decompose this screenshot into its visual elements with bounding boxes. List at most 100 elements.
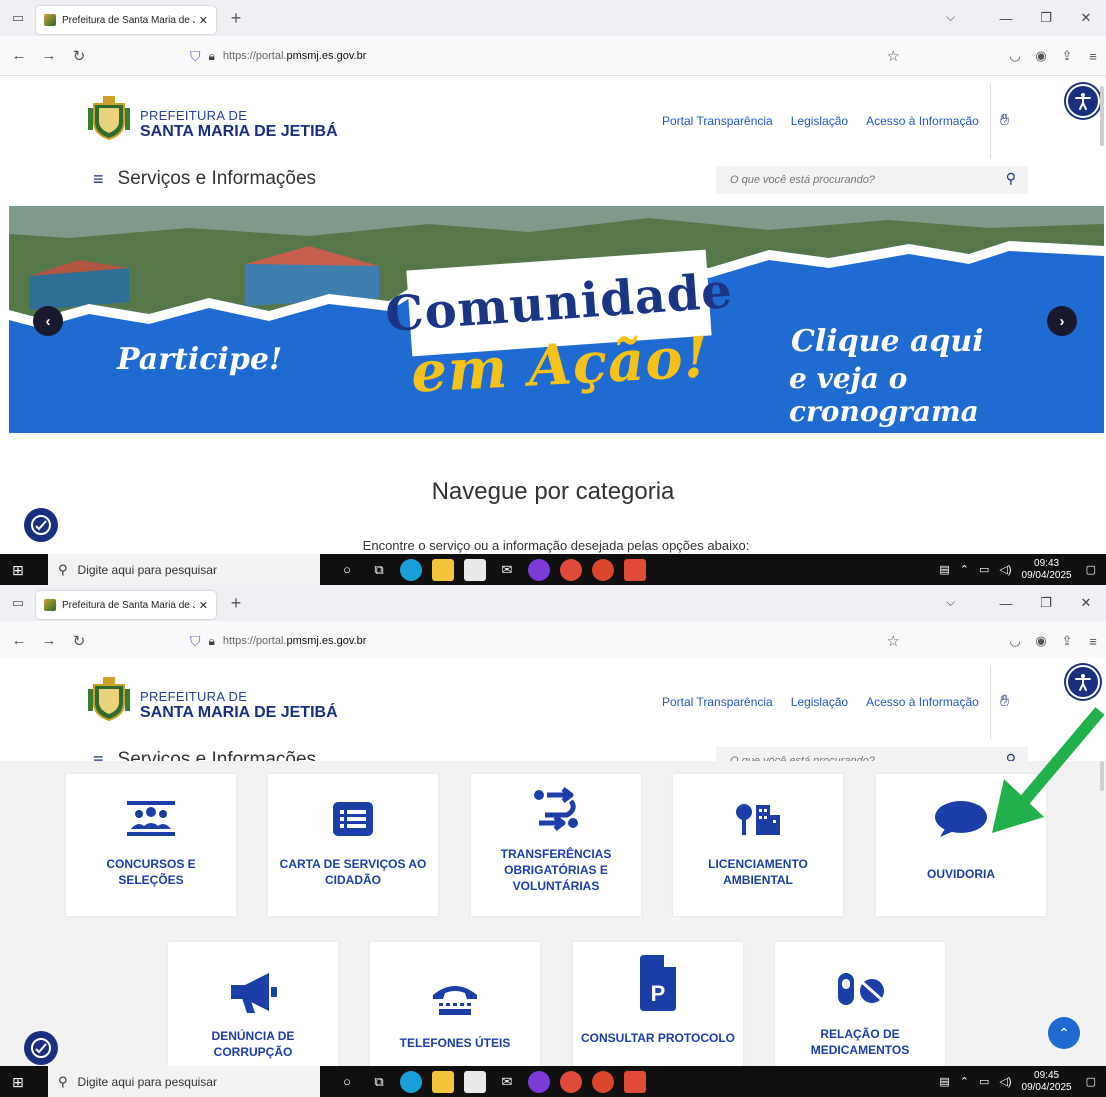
- close-tab-icon[interactable]: ✕: [199, 14, 208, 27]
- menu-icon[interactable]: ≡: [1080, 634, 1106, 649]
- page-scrollbar[interactable]: [1100, 86, 1104, 146]
- hamburger-icon[interactable]: ≡: [93, 169, 104, 190]
- pocket-icon[interactable]: ◡: [1002, 48, 1028, 64]
- close-tab-icon[interactable]: ✕: [199, 599, 208, 612]
- card-concursos[interactable]: CONCURSOS E SELEÇÕES: [66, 774, 236, 916]
- card-denuncia[interactable]: DENÚNCIA DE CORRUPÇÃO: [168, 942, 338, 1070]
- taskbar-clock[interactable]: 09:45 09/04/2025: [1022, 1070, 1072, 1094]
- volume-icon[interactable]: ◁): [999, 563, 1011, 576]
- file-explorer-icon[interactable]: [432, 1070, 454, 1093]
- link-acesso-informacao[interactable]: Acesso à Informação: [866, 695, 979, 709]
- browser-tab[interactable]: Prefeitura de Santa Maria de Je ✕: [36, 591, 216, 619]
- windows-start-icon[interactable]: ⊞: [12, 1074, 24, 1091]
- search-icon[interactable]: ⚲: [1006, 170, 1016, 187]
- accessibility-button[interactable]: [1066, 665, 1100, 699]
- minimize-icon[interactable]: —: [986, 596, 1026, 611]
- scroll-to-top-button[interactable]: ⌃: [1048, 1017, 1080, 1049]
- chevron-down-icon[interactable]: ⌵: [946, 595, 955, 610]
- chevron-up-icon[interactable]: ⌃: [960, 563, 969, 576]
- office-icon[interactable]: [592, 558, 614, 581]
- new-tab-icon[interactable]: +: [226, 8, 246, 29]
- tab-list-icon[interactable]: ▭: [0, 585, 36, 621]
- vlibras-button[interactable]: [24, 508, 58, 542]
- volume-icon[interactable]: ◁): [999, 1075, 1011, 1088]
- link-acesso-informacao[interactable]: Acesso à Informação: [866, 114, 979, 128]
- link-portal-transparencia[interactable]: Portal Transparência: [662, 114, 773, 128]
- restore-icon[interactable]: ❐: [1026, 10, 1066, 26]
- taskbar-clock[interactable]: 09:43 09/04/2025: [1022, 558, 1072, 582]
- close-window-icon[interactable]: ✕: [1066, 10, 1106, 26]
- chrome-icon[interactable]: [560, 1070, 582, 1093]
- link-legislacao[interactable]: Legislação: [791, 114, 848, 128]
- url-bar[interactable]: ⛉ 🔒︎ https://portal. pmsmj.es.gov.br ☆: [190, 42, 910, 70]
- restore-icon[interactable]: ❐: [1026, 595, 1066, 611]
- forward-icon[interactable]: →: [38, 632, 60, 649]
- libras-hand-icon[interactable]: ✋︎: [1000, 112, 1009, 130]
- keyboard-icon[interactable]: ▤: [939, 563, 949, 576]
- browser-tab[interactable]: Prefeitura de Santa Maria de Je ✕: [36, 6, 216, 34]
- accessibility-button[interactable]: [1066, 84, 1100, 118]
- tab-list-icon[interactable]: ▭: [0, 0, 36, 36]
- back-icon[interactable]: ←: [8, 47, 30, 64]
- chrome-icon[interactable]: [560, 558, 582, 581]
- keyboard-icon[interactable]: ▤: [939, 1075, 949, 1088]
- mail-icon[interactable]: ✉: [496, 559, 518, 581]
- wps-icon[interactable]: [624, 1070, 646, 1093]
- taskbar-search[interactable]: ⚲ Digite aqui para pesquisar: [48, 554, 320, 585]
- network-icon[interactable]: ▭: [979, 1075, 989, 1088]
- brand-name[interactable]: SANTA MARIA DE JETIBÁ: [140, 704, 338, 722]
- carousel-prev-button[interactable]: ‹: [33, 306, 63, 336]
- extensions-icon[interactable]: ⇪: [1054, 48, 1080, 64]
- carousel-next-button[interactable]: ›: [1047, 306, 1077, 336]
- cortana-icon[interactable]: ○: [336, 1071, 358, 1093]
- minimize-icon[interactable]: —: [986, 11, 1026, 26]
- link-portal-transparencia[interactable]: Portal Transparência: [662, 695, 773, 709]
- cortana-icon[interactable]: ○: [336, 559, 358, 581]
- city-crest-logo[interactable]: [88, 675, 130, 721]
- task-view-icon[interactable]: ⧉: [368, 1071, 390, 1093]
- back-icon[interactable]: ←: [8, 632, 30, 649]
- services-menu[interactable]: ≡ Serviços e Informações: [93, 168, 316, 190]
- firefox-icon[interactable]: [528, 1070, 550, 1093]
- vlibras-button[interactable]: [24, 1031, 58, 1065]
- file-explorer-icon[interactable]: [432, 558, 454, 581]
- reload-icon[interactable]: ↻: [68, 47, 90, 65]
- windows-start-icon[interactable]: ⊞: [12, 562, 24, 579]
- new-tab-icon[interactable]: +: [226, 593, 246, 614]
- chevron-down-icon[interactable]: ⌵: [946, 10, 955, 25]
- card-licenciamento[interactable]: LICENCIAMENTO AMBIENTAL: [673, 774, 843, 916]
- notifications-icon[interactable]: ▢: [1086, 563, 1096, 576]
- brand-name[interactable]: SANTA MARIA DE JETIBÁ: [140, 123, 338, 141]
- bookmark-star-icon[interactable]: ☆: [887, 47, 900, 65]
- forward-icon[interactable]: →: [38, 47, 60, 64]
- network-icon[interactable]: ▭: [979, 563, 989, 576]
- store-icon[interactable]: [464, 1070, 486, 1093]
- url-bar[interactable]: ⛉ 🔒︎ https://portal. pmsmj.es.gov.br ☆: [190, 627, 910, 655]
- edge-icon[interactable]: [400, 558, 422, 581]
- office-icon[interactable]: [592, 1070, 614, 1093]
- city-crest-logo[interactable]: [88, 94, 130, 140]
- chevron-up-icon[interactable]: ⌃: [960, 1075, 969, 1088]
- reload-icon[interactable]: ↻: [68, 632, 90, 650]
- menu-icon[interactable]: ≡: [1080, 49, 1106, 64]
- pocket-icon[interactable]: ◡: [1002, 633, 1028, 649]
- card-protocolo[interactable]: P CONSULTAR PROTOCOLO: [573, 942, 743, 1070]
- card-medicamentos[interactable]: RELAÇÃO DE MEDICAMENTOS: [775, 942, 945, 1070]
- bookmark-star-icon[interactable]: ☆: [887, 632, 900, 650]
- task-view-icon[interactable]: ⧉: [368, 559, 390, 581]
- taskbar-search[interactable]: ⚲ Digite aqui para pesquisar: [48, 1066, 320, 1097]
- card-carta-servicos[interactable]: CARTA DE SERVIÇOS AO CIDADÃO: [268, 774, 438, 916]
- close-window-icon[interactable]: ✕: [1066, 595, 1106, 611]
- account-icon[interactable]: ◉: [1028, 48, 1054, 64]
- page-scrollbar[interactable]: [1100, 761, 1104, 791]
- card-transferencias[interactable]: TRANSFERÊNCIAS OBRIGATÓRIAS E VOLUNTÁRIA…: [471, 774, 641, 916]
- link-legislacao[interactable]: Legislação: [791, 695, 848, 709]
- edge-icon[interactable]: [400, 1070, 422, 1093]
- store-icon[interactable]: [464, 558, 486, 581]
- card-telefones[interactable]: TELEFONES ÚTEIS: [370, 942, 540, 1070]
- mail-icon[interactable]: ✉: [496, 1071, 518, 1093]
- firefox-icon[interactable]: [528, 558, 550, 581]
- extensions-icon[interactable]: ⇪: [1054, 633, 1080, 649]
- account-icon[interactable]: ◉: [1028, 633, 1054, 649]
- notifications-icon[interactable]: ▢: [1086, 1075, 1096, 1088]
